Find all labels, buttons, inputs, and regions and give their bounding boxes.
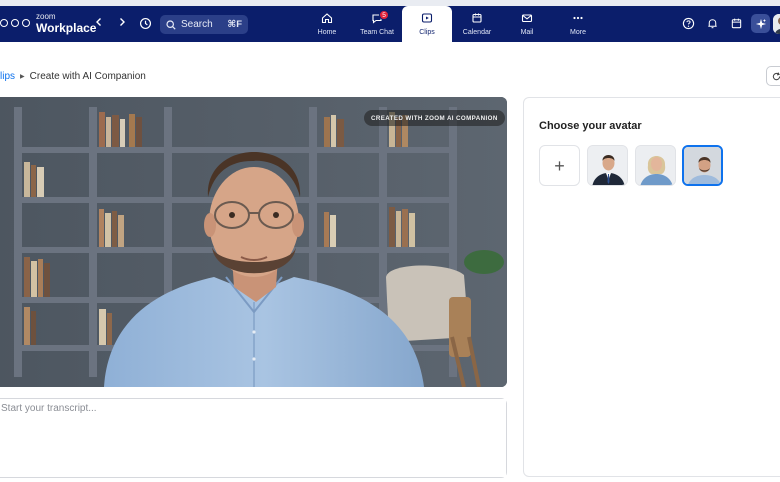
help-icon[interactable]: [682, 17, 695, 30]
bell-icon[interactable]: [706, 17, 719, 30]
avatar-panel-title: Choose your avatar: [539, 120, 642, 132]
tab-label: Team Chat: [360, 29, 394, 36]
profile-photo: [773, 14, 780, 34]
breadcrumb-clips-link[interactable]: lips: [0, 71, 15, 82]
tab-team-chat[interactable]: 5 Team Chat: [352, 6, 402, 42]
more-icon: [572, 12, 584, 24]
tab-calendar[interactable]: Calendar: [452, 6, 502, 42]
tab-more[interactable]: More: [553, 6, 603, 42]
avatar-video-frame: [0, 97, 507, 387]
breadcrumb-current: Create with AI Companion: [30, 71, 146, 82]
tab-label: Clips: [419, 29, 435, 36]
tab-label: Home: [318, 29, 337, 36]
history-icon[interactable]: [139, 17, 152, 30]
tab-label: Calendar: [463, 29, 491, 36]
brand-large: Workplace: [36, 22, 96, 34]
window-control-dot[interactable]: [0, 19, 8, 27]
transcript-input[interactable]: [0, 399, 506, 477]
avatar-man-suit-thumbnail: [588, 146, 628, 186]
add-avatar-button[interactable]: +: [539, 145, 580, 186]
sparkle-icon: [755, 18, 767, 30]
brand-small: zoom: [36, 13, 96, 21]
window-control-dot[interactable]: [22, 19, 30, 27]
top-nav-bar: zoom Workplace Search ⌘F Home 5 Team Cha…: [0, 0, 780, 42]
whiteboard-icon[interactable]: [730, 17, 743, 30]
forward-arrow-icon[interactable]: [116, 16, 128, 28]
home-icon: [321, 12, 333, 24]
search-placeholder: Search: [181, 19, 227, 30]
search-input[interactable]: Search ⌘F: [160, 15, 248, 34]
tab-label: More: [570, 29, 586, 36]
tab-mail[interactable]: Mail: [502, 6, 552, 42]
mail-icon: [521, 12, 533, 24]
window-controls: [0, 19, 30, 27]
video-preview[interactable]: CREATED WITH ZOOM AI COMPANION: [0, 97, 507, 387]
tab-clips[interactable]: Clips: [402, 6, 452, 42]
search-icon: [166, 20, 176, 30]
zoom-workplace-logo: zoom Workplace: [36, 13, 96, 34]
avatar-man-glasses-thumbnail: [684, 147, 723, 186]
refresh-button[interactable]: [766, 66, 780, 86]
refresh-icon: [771, 71, 780, 82]
notification-badge: 5: [379, 10, 389, 20]
ai-companion-button[interactable]: [751, 14, 770, 33]
avatar-woman-blonde-thumbnail: [636, 146, 676, 186]
avatar-option-man-glasses[interactable]: [682, 145, 723, 186]
transcript-box: [0, 398, 507, 478]
tab-home[interactable]: Home: [302, 6, 352, 42]
window-control-dot[interactable]: [11, 19, 19, 27]
plus-icon: +: [554, 157, 565, 175]
ai-watermark-badge: CREATED WITH ZOOM AI COMPANION: [364, 110, 505, 126]
breadcrumb-separator-icon: ▶: [20, 73, 25, 80]
avatar-option-man-suit[interactable]: [587, 145, 628, 186]
avatar-option-woman-blonde[interactable]: [635, 145, 676, 186]
back-arrow-icon[interactable]: [93, 16, 105, 28]
search-shortcut: ⌘F: [227, 19, 242, 30]
calendar-icon: [471, 12, 483, 24]
breadcrumb: lips ▶ Create with AI Companion: [0, 71, 146, 82]
profile-avatar[interactable]: [773, 14, 780, 34]
avatar-panel: Choose your avatar +: [523, 97, 780, 477]
clips-icon: [421, 12, 433, 24]
tab-label: Mail: [521, 29, 534, 36]
